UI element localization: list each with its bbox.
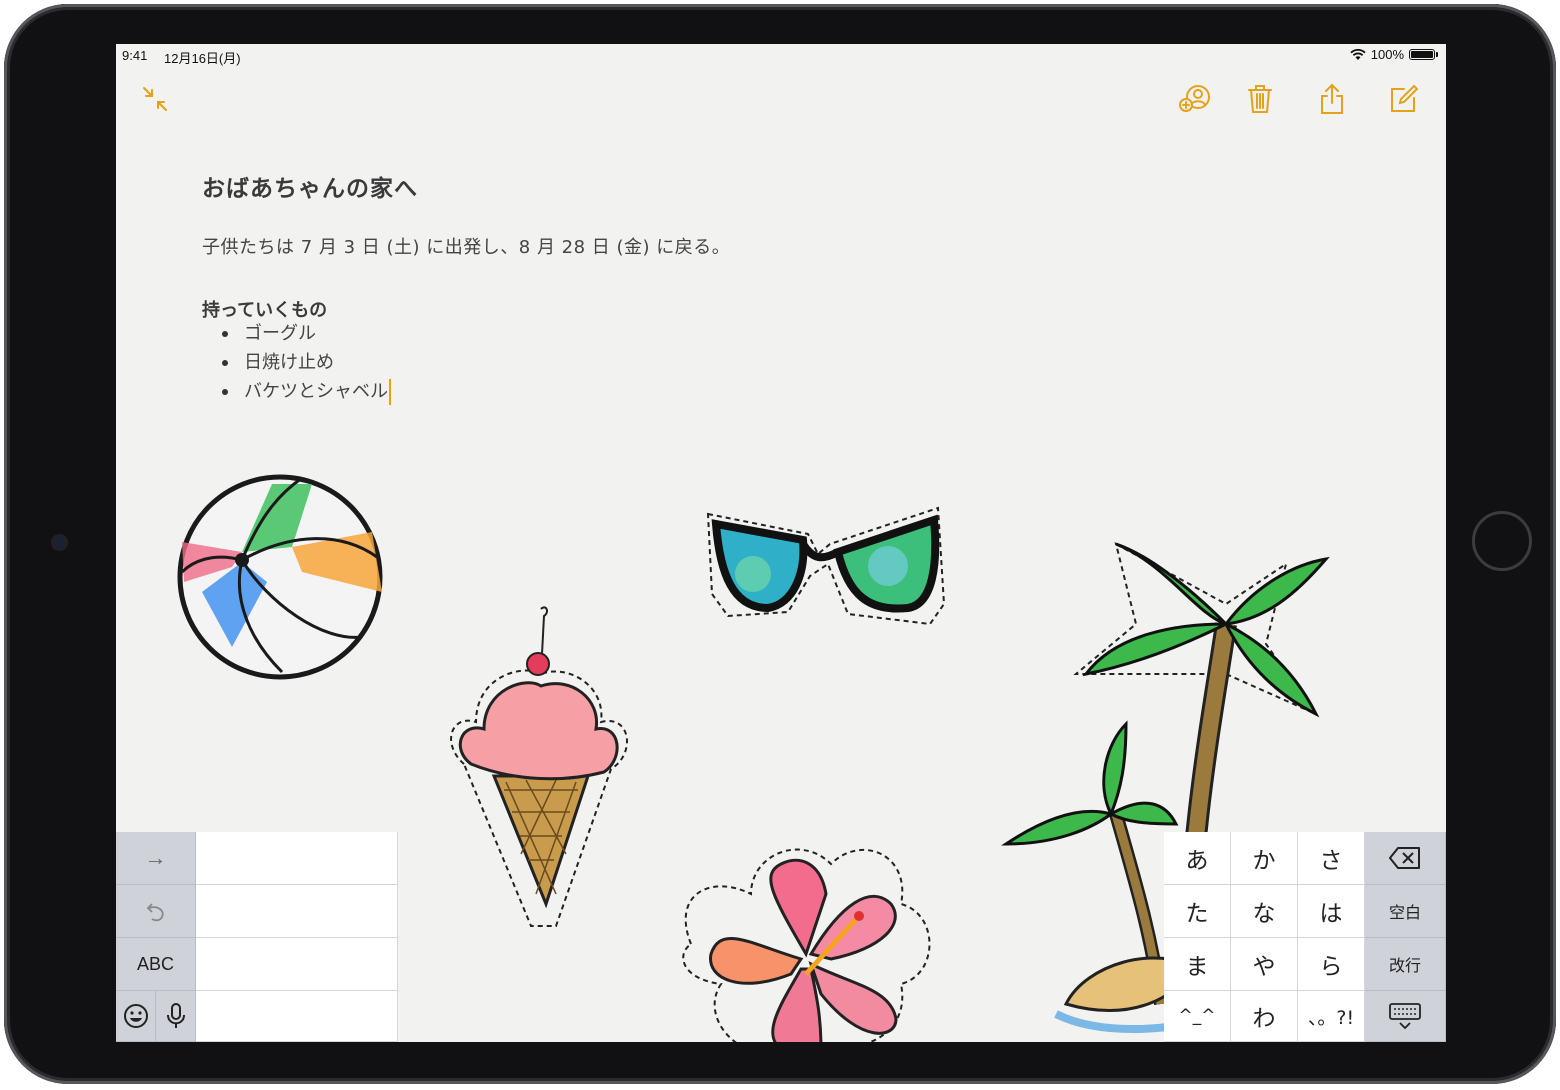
- status-date: 12月16日(月): [164, 51, 241, 66]
- battery-icon: [1409, 49, 1435, 60]
- list-item[interactable]: バケツとシャベル: [220, 377, 391, 406]
- note-title[interactable]: おばあちゃんの家へ: [202, 169, 418, 203]
- kana-label: な: [1252, 901, 1276, 927]
- kana-key-ya[interactable]: や: [1231, 938, 1298, 991]
- hibiscus-flower[interactable]: [671, 834, 941, 1042]
- status-time: 9:41: [122, 48, 148, 63]
- keyboard-dismiss-key[interactable]: [1365, 991, 1446, 1042]
- status-bar: 9:41 12月16日(月) 100%: [116, 44, 1446, 68]
- ice-cream[interactable]: [446, 604, 636, 934]
- kana-key-na[interactable]: な: [1231, 885, 1298, 938]
- kana-label: 、。?!: [1307, 1006, 1355, 1029]
- return-label: 改行: [1388, 956, 1421, 975]
- emoji-key[interactable]: [116, 991, 156, 1042]
- microphone-key[interactable]: [156, 991, 196, 1042]
- return-key[interactable]: 改行: [1365, 938, 1446, 991]
- trash-icon[interactable]: [1243, 82, 1277, 116]
- status-right: 100%: [1350, 47, 1438, 62]
- candidate-slot[interactable]: [196, 991, 398, 1042]
- undo-icon: [146, 903, 164, 922]
- keyboard-dismiss-icon: [1389, 1003, 1421, 1030]
- kana-label: ら: [1319, 954, 1343, 980]
- notes-screen: 9:41 12月16日(月) 100% おばあちゃんの家へ 子供たちは 7 月 …: [116, 44, 1446, 1042]
- add-person-icon[interactable]: [1178, 82, 1212, 116]
- candidate-slot[interactable]: [196, 938, 398, 991]
- kana-key-ta[interactable]: た: [1164, 885, 1231, 938]
- text-cursor: [389, 379, 391, 405]
- battery-tip: [1436, 52, 1438, 57]
- kana-key-wa[interactable]: わ: [1231, 991, 1298, 1042]
- kana-label: ま: [1185, 954, 1209, 980]
- kana-key-sa[interactable]: さ: [1298, 832, 1365, 885]
- kana-key-emoticon[interactable]: ^_^: [1164, 991, 1231, 1042]
- note-body[interactable]: 子供たちは 7 月 3 日 (土) に出発し、8 月 28 日 (金) に戻る。: [202, 233, 730, 259]
- tab-arrow-key[interactable]: →: [116, 832, 196, 885]
- kana-key-punctuation[interactable]: 、。?!: [1298, 991, 1365, 1042]
- emoji-icon: [123, 1004, 148, 1028]
- kana-key-ra[interactable]: ら: [1298, 938, 1365, 991]
- beach-ball[interactable]: [172, 472, 392, 682]
- microphone-icon: [166, 1003, 185, 1028]
- kana-label: さ: [1319, 848, 1343, 874]
- keyboard-left-panel: → ABC: [116, 832, 398, 1042]
- candidate-slot[interactable]: [196, 832, 398, 885]
- abc-key[interactable]: ABC: [116, 938, 196, 991]
- share-icon[interactable]: [1315, 82, 1349, 116]
- kana-label: や: [1252, 954, 1276, 980]
- collapse-icon[interactable]: [138, 82, 172, 116]
- kana-label: か: [1252, 848, 1276, 874]
- kana-label: あ: [1185, 848, 1209, 874]
- list-item-text: バケツとシャベル: [244, 381, 388, 402]
- undo-key[interactable]: [116, 885, 196, 938]
- list-item-text: ゴーグル: [244, 323, 316, 344]
- delete-key[interactable]: [1365, 832, 1446, 885]
- kana-label: ^_^: [1178, 1006, 1216, 1026]
- kana-key-ma[interactable]: ま: [1164, 938, 1231, 991]
- kana-label: た: [1185, 901, 1209, 927]
- tab-arrow-label: →: [144, 845, 167, 870]
- front-camera: [53, 536, 66, 549]
- wifi-icon: [1350, 48, 1366, 60]
- packing-list: ゴーグル 日焼け止め バケツとシャベル: [220, 319, 391, 406]
- list-item[interactable]: ゴーグル: [220, 319, 391, 348]
- home-button[interactable]: [1472, 511, 1532, 571]
- keyboard-right-panel: あ か さ た な は 空白 ま や ら 改行 ^_^ わ 、。?!: [1164, 832, 1446, 1042]
- kana-label: は: [1319, 901, 1343, 927]
- kana-key-ha[interactable]: は: [1298, 885, 1365, 938]
- list-item-text: 日焼け止め: [244, 352, 334, 373]
- compose-icon[interactable]: [1386, 82, 1420, 116]
- battery-percent: 100%: [1370, 47, 1404, 62]
- space-label: 空白: [1388, 903, 1421, 922]
- kana-key-ka[interactable]: か: [1231, 832, 1298, 885]
- abc-label: ABC: [136, 953, 174, 974]
- candidate-slot[interactable]: [196, 885, 398, 938]
- space-key[interactable]: 空白: [1365, 885, 1446, 938]
- sunglasses[interactable]: [698, 504, 968, 634]
- delete-icon: [1389, 847, 1420, 869]
- list-item[interactable]: 日焼け止め: [220, 348, 391, 377]
- kana-key-a[interactable]: あ: [1164, 832, 1231, 885]
- kana-label: わ: [1252, 1006, 1276, 1032]
